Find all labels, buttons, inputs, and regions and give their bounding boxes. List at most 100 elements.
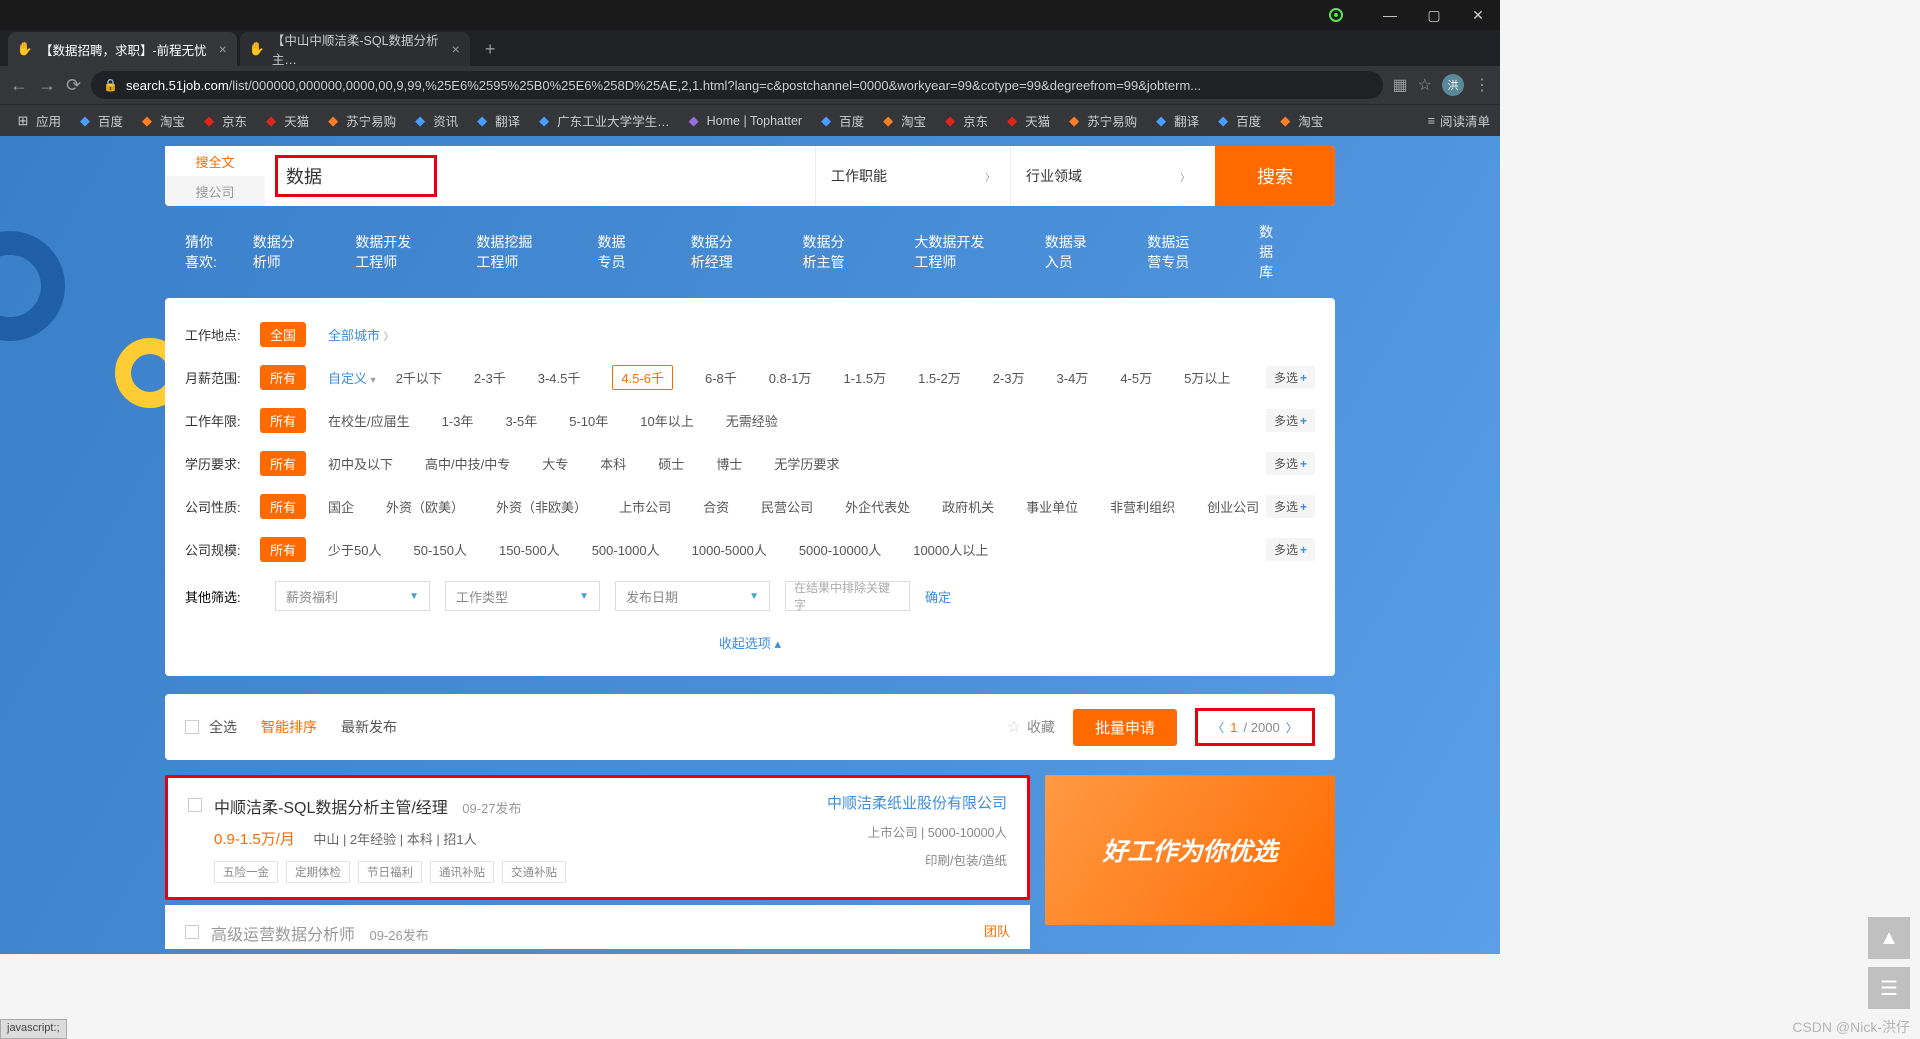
- filter-option[interactable]: 高中/中技/中专: [425, 454, 510, 473]
- sort-newest[interactable]: 最新发布: [341, 717, 397, 737]
- bookmark-item[interactable]: ◆资讯: [407, 108, 463, 133]
- filter-option[interactable]: 博士: [716, 454, 742, 473]
- filter-option[interactable]: 初中及以下: [328, 454, 393, 473]
- multi-select-button[interactable]: 多选+: [1266, 409, 1315, 432]
- search-button[interactable]: 搜索: [1215, 146, 1335, 206]
- multi-select-button[interactable]: 多选+: [1266, 366, 1315, 389]
- bookmark-item[interactable]: ◆苏宁易购: [320, 108, 401, 133]
- filter-option[interactable]: 10年以上: [640, 411, 693, 430]
- select-all-checkbox[interactable]: [185, 720, 199, 734]
- window-min-button[interactable]: —: [1368, 0, 1412, 30]
- filter-option[interactable]: 政府机关: [942, 497, 994, 516]
- search-input[interactable]: 数据: [275, 155, 437, 197]
- filter-option[interactable]: 民营公司: [761, 497, 813, 516]
- bookmark-item[interactable]: ◆百度: [1210, 108, 1266, 133]
- window-max-button[interactable]: ▢: [1412, 0, 1456, 30]
- suggest-link[interactable]: 数据挖掘工程师: [476, 232, 541, 272]
- qr-icon[interactable]: ▦: [1393, 75, 1408, 95]
- suggest-link[interactable]: 数据库: [1259, 222, 1287, 282]
- filter-option[interactable]: 0.8-1万: [769, 368, 812, 387]
- job-card[interactable]: 中顺洁柔-SQL数据分析主管/经理 09-27发布 0.9-1.5万/月 中山 …: [165, 775, 1030, 900]
- filter-option[interactable]: 3-4万: [1057, 368, 1089, 387]
- bookmark-item[interactable]: ◆京东: [196, 108, 252, 133]
- avatar[interactable]: 洪: [1442, 74, 1464, 96]
- bookmark-item[interactable]: ◆翻译: [1148, 108, 1204, 133]
- filter-option[interactable]: 5000-10000人: [799, 540, 881, 559]
- filter-option[interactable]: 1-1.5万: [843, 368, 886, 387]
- suggest-link[interactable]: 大数据开发工程师: [914, 232, 988, 272]
- filter-all-tag[interactable]: 所有: [260, 451, 306, 476]
- sort-smart[interactable]: 智能排序: [261, 717, 317, 737]
- next-page-icon[interactable]: 〉: [1286, 719, 1298, 736]
- filter-option[interactable]: 1000-5000人: [692, 540, 767, 559]
- job-title[interactable]: 高级运营数据分析师: [211, 927, 355, 944]
- filter-option[interactable]: 2-3千: [474, 368, 506, 387]
- filter-option[interactable]: 4-5万: [1120, 368, 1152, 387]
- search-tab-company[interactable]: 搜公司: [165, 176, 265, 206]
- worktype-select[interactable]: 工作类型▼: [445, 581, 600, 611]
- filter-option[interactable]: 在校生/应届生: [328, 411, 410, 430]
- filter-option[interactable]: 硕士: [658, 454, 684, 473]
- bookmark-item[interactable]: ◆翻译: [469, 108, 525, 133]
- forward-icon[interactable]: →: [38, 75, 56, 96]
- filter-option[interactable]: 500-1000人: [592, 540, 660, 559]
- feedback-button[interactable]: ☰: [1868, 967, 1910, 1009]
- bookmark-item[interactable]: ◆淘宝: [875, 108, 931, 133]
- filter-option[interactable]: 外资（非欧美）: [496, 497, 587, 516]
- url-input[interactable]: 🔒 search.51job.com/list/000000,000000,00…: [91, 71, 1382, 99]
- star-icon[interactable]: ☆: [1418, 75, 1432, 95]
- bookmark-item[interactable]: ◆淘宝: [1272, 108, 1328, 133]
- filter-option[interactable]: 6-8千: [705, 368, 737, 387]
- custom-link[interactable]: 自定义 ▾: [328, 368, 376, 387]
- filter-option[interactable]: 本科: [600, 454, 626, 473]
- notification-icon[interactable]: [1329, 8, 1343, 22]
- back-icon[interactable]: ←: [10, 75, 28, 96]
- filter-all-tag[interactable]: 所有: [260, 537, 306, 562]
- bookmark-item[interactable]: ◆淘宝: [134, 108, 190, 133]
- bookmark-item[interactable]: ◆Home | Tophatter: [681, 110, 807, 132]
- filter-option[interactable]: 5-10年: [569, 411, 608, 430]
- multi-select-button[interactable]: 多选+: [1266, 452, 1315, 475]
- tab-close-icon[interactable]: ×: [452, 41, 460, 57]
- filter-option[interactable]: 非营利组织: [1110, 497, 1175, 516]
- search-tab-fulltext[interactable]: 搜全文: [165, 146, 265, 176]
- suggest-link[interactable]: 数据开发工程师: [355, 232, 420, 272]
- apps-button[interactable]: ⊞应用: [10, 108, 66, 133]
- filter-all-tag[interactable]: 所有: [260, 365, 306, 390]
- filter-option[interactable]: 3-4.5千: [538, 368, 581, 387]
- job-function-dropdown[interactable]: 工作职能〉: [815, 146, 1010, 206]
- filter-option[interactable]: 3-5年: [505, 411, 537, 430]
- filter-option[interactable]: 4.5-6千: [612, 365, 673, 390]
- filter-option[interactable]: 上市公司: [619, 497, 671, 516]
- filter-option[interactable]: 外资（欧美）: [386, 497, 464, 516]
- filter-option[interactable]: 大专: [542, 454, 568, 473]
- welfare-select[interactable]: 薪资福利▼: [275, 581, 430, 611]
- menu-icon[interactable]: ⋮: [1474, 75, 1490, 95]
- browser-tab[interactable]: ✋ 【数据招聘，求职】-前程无忧 ×: [8, 32, 237, 66]
- job-title[interactable]: 中顺洁柔-SQL数据分析主管/经理: [214, 800, 448, 817]
- select-all-label[interactable]: 全选: [209, 717, 237, 737]
- filter-option[interactable]: 国企: [328, 497, 354, 516]
- prev-page-icon[interactable]: 〈: [1212, 719, 1224, 736]
- filter-option[interactable]: 2千以下: [396, 368, 442, 387]
- job-checkbox[interactable]: [188, 798, 202, 812]
- favorite-button[interactable]: ☆收藏: [1007, 717, 1055, 737]
- suggest-link[interactable]: 数据分析主管: [803, 232, 859, 272]
- bookmark-item[interactable]: ◆百度: [813, 108, 869, 133]
- batch-apply-button[interactable]: 批量申请: [1073, 709, 1177, 746]
- exclude-input[interactable]: 在结果中排除关键字: [785, 581, 910, 611]
- filter-option[interactable]: 1-3年: [442, 411, 474, 430]
- filter-option[interactable]: 5万以上: [1184, 368, 1230, 387]
- pubdate-select[interactable]: 发布日期▼: [615, 581, 770, 611]
- promo-banner[interactable]: 好工作为你优选: [1045, 775, 1335, 925]
- filter-option[interactable]: 2-3万: [993, 368, 1025, 387]
- scroll-top-button[interactable]: ▲: [1868, 917, 1910, 959]
- suggest-link[interactable]: 数据分析经理: [691, 232, 747, 272]
- filter-option[interactable]: 合资: [703, 497, 729, 516]
- bookmark-item[interactable]: ◆百度: [72, 108, 128, 133]
- industry-dropdown[interactable]: 行业领域〉: [1010, 146, 1205, 206]
- filter-option[interactable]: 事业单位: [1026, 497, 1078, 516]
- bookmark-item[interactable]: ◆天猫: [999, 108, 1055, 133]
- filter-option[interactable]: 无需经验: [726, 411, 778, 430]
- job-checkbox[interactable]: [185, 925, 199, 939]
